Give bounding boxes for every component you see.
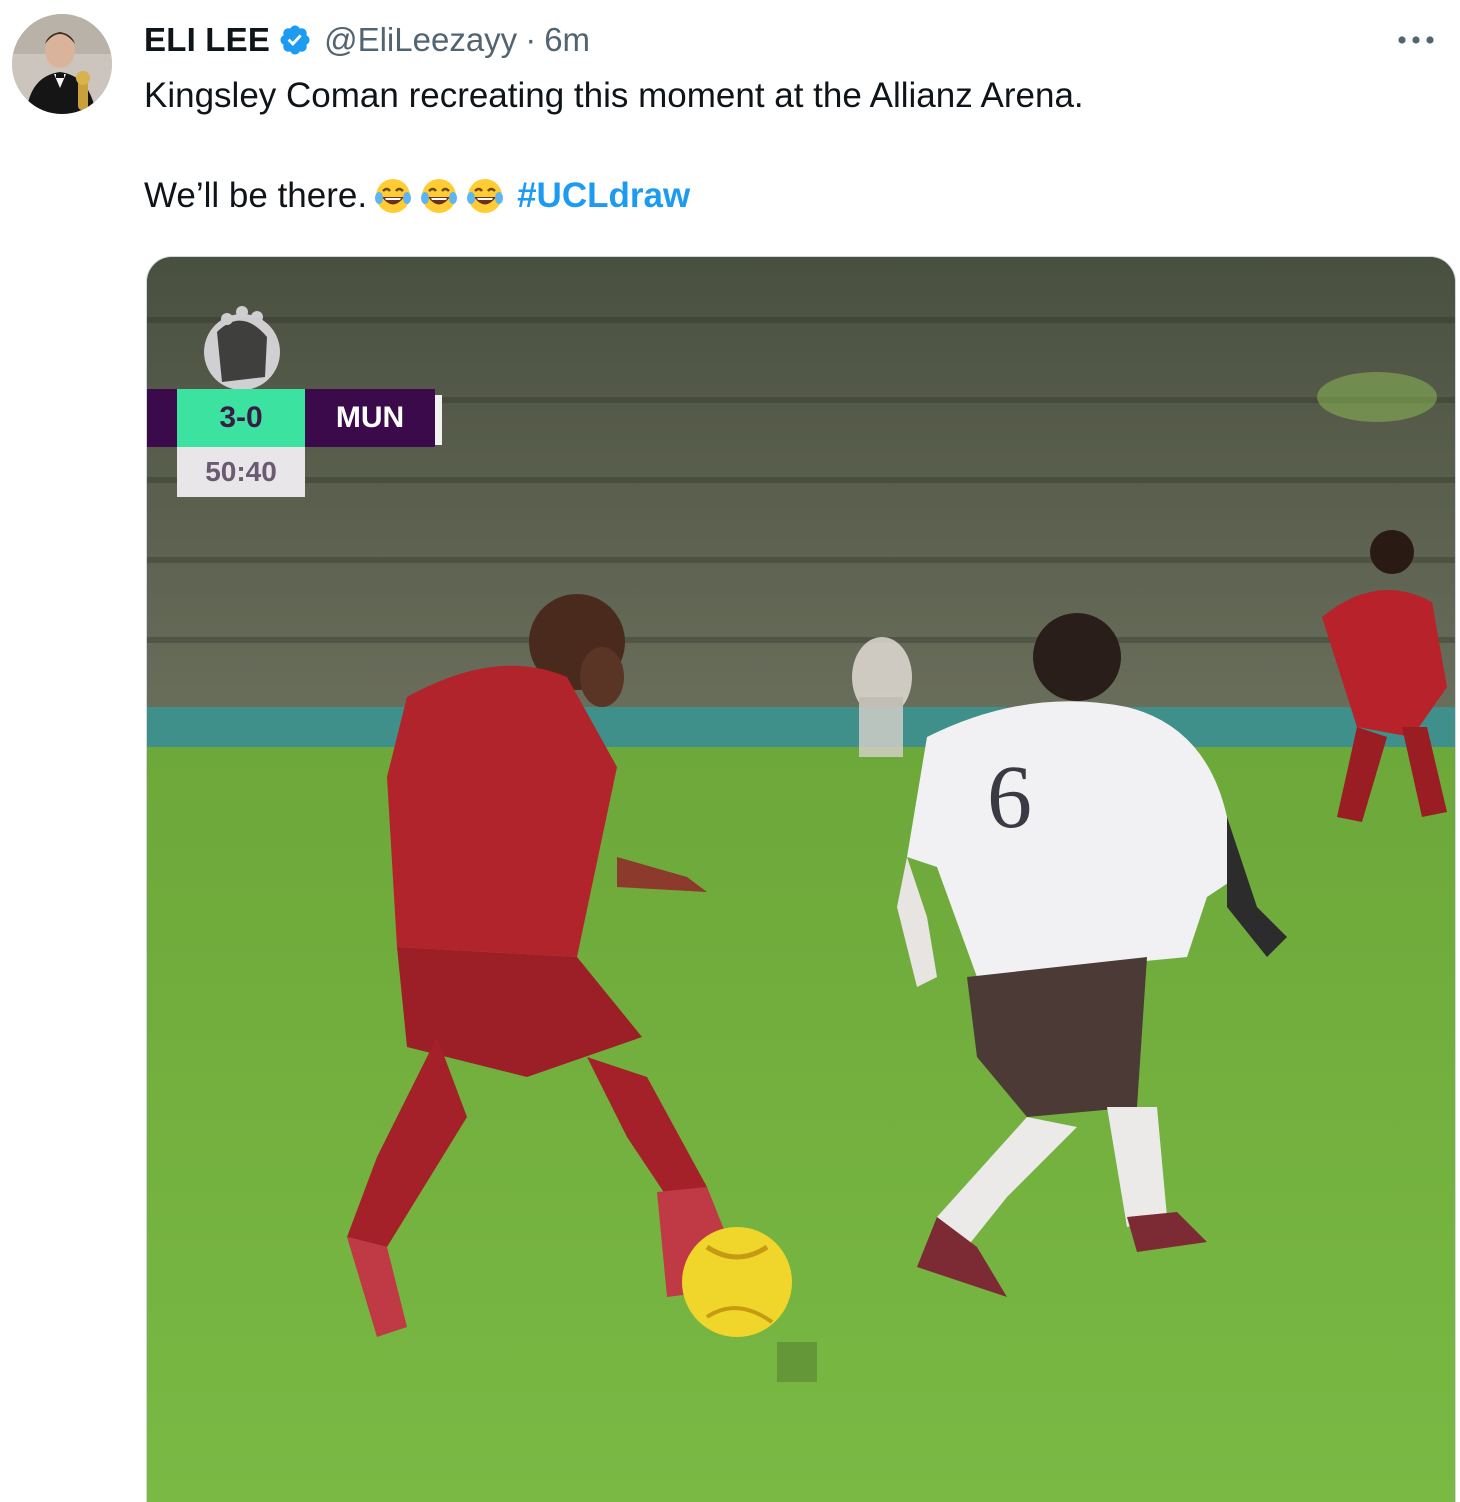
avatar-image: [12, 14, 112, 114]
tweet-header: ELI LEE @EliLeezayy · 6m: [144, 18, 590, 62]
author-avatar[interactable]: [12, 14, 112, 114]
jersey-number: 6: [987, 748, 1032, 847]
more-options-icon[interactable]: [1394, 22, 1438, 58]
separator-dot: ·: [525, 21, 537, 58]
scoreboard-home-badge: [147, 389, 177, 447]
tweet-media-image[interactable]: 6 3-0 MUN 50:40: [146, 256, 1456, 1502]
author-name[interactable]: ELI LEE: [144, 21, 270, 59]
scoreboard-team: MUN: [305, 389, 435, 447]
football: [682, 1227, 792, 1337]
scoreboard-score: 3-0: [177, 389, 305, 447]
tweet-text-line2-content: We’ll be there.: [144, 176, 368, 215]
tears-of-joy-emoji-icon: [421, 179, 458, 213]
tweet-timestamp[interactable]: 6m: [544, 21, 590, 59]
tears-of-joy-emoji-icon: [375, 179, 412, 213]
verified-badge-icon: [280, 25, 310, 55]
scoreboard-divider: [435, 395, 442, 445]
tears-of-joy-emoji-icon: [467, 179, 504, 213]
tweet-text-line2: We’ll be there. #UCLdraw: [144, 174, 690, 218]
background-player: [852, 637, 912, 757]
scoreboard-clock: 50:40: [177, 447, 305, 497]
author-handle[interactable]: @EliLeezayy: [324, 21, 517, 59]
tweet-text-line1: Kingsley Coman recreating this moment at…: [144, 76, 1084, 115]
hashtag-link[interactable]: #UCLdraw: [517, 174, 690, 218]
